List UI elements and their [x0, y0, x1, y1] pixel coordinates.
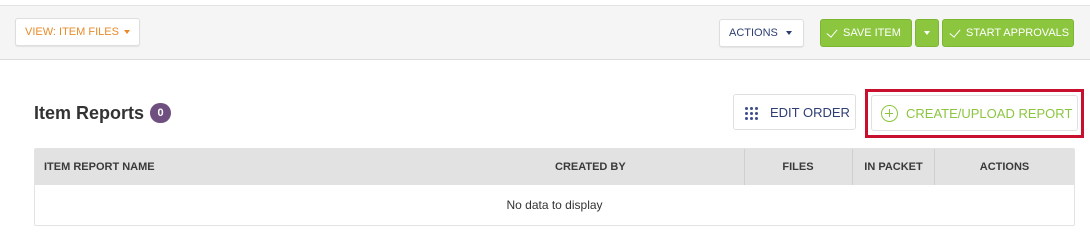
table-header: ITEM REPORT NAME CREATED BY FILES IN PAC…	[35, 149, 1074, 185]
start-approvals-label: START APPROVALS	[966, 27, 1070, 39]
view-item-files-dropdown[interactable]: VIEW: ITEM FILES	[15, 18, 140, 46]
save-item-label: SAVE ITEM	[843, 27, 901, 39]
item-reports-table: ITEM REPORT NAME CREATED BY FILES IN PAC…	[34, 148, 1075, 226]
chevron-down-icon	[786, 31, 792, 35]
check-icon	[949, 25, 961, 38]
save-item-button[interactable]: SAVE ITEM	[820, 19, 912, 47]
grid-dots-icon	[745, 107, 759, 121]
toolbar-top-divider	[0, 0, 1090, 6]
column-header-item-report-name[interactable]: ITEM REPORT NAME	[44, 149, 344, 185]
create-upload-report-button[interactable]: CREATE/UPLOAD REPORT	[871, 95, 1078, 131]
plus-circle-icon	[881, 105, 898, 122]
view-dropdown-label: VIEW: ITEM FILES	[25, 26, 119, 38]
column-header-in-packet[interactable]: IN PACKET	[852, 149, 934, 185]
top-toolbar: VIEW: ITEM FILES ACTIONS SAVE ITEM START…	[0, 0, 1090, 60]
report-count-badge: 0	[150, 103, 171, 123]
actions-dropdown[interactable]: ACTIONS	[719, 19, 804, 47]
column-header-files[interactable]: FILES	[744, 149, 851, 185]
create-upload-report-label: CREATE/UPLOAD REPORT	[906, 105, 1073, 121]
chevron-down-icon	[924, 31, 930, 35]
actions-dropdown-label: ACTIONS	[729, 27, 778, 39]
check-icon	[826, 25, 838, 38]
column-header-created-by[interactable]: CREATED BY	[555, 149, 775, 185]
save-options-dropdown-button[interactable]	[915, 19, 939, 47]
edit-order-label: EDIT ORDER	[770, 104, 850, 120]
start-approvals-button[interactable]: START APPROVALS	[942, 19, 1074, 47]
edit-order-button[interactable]: EDIT ORDER	[733, 94, 856, 130]
column-header-actions: ACTIONS	[934, 149, 1074, 185]
chevron-down-icon	[124, 30, 130, 34]
section-title: Item Reports	[34, 103, 145, 123]
empty-table-message: No data to display	[506, 198, 603, 212]
